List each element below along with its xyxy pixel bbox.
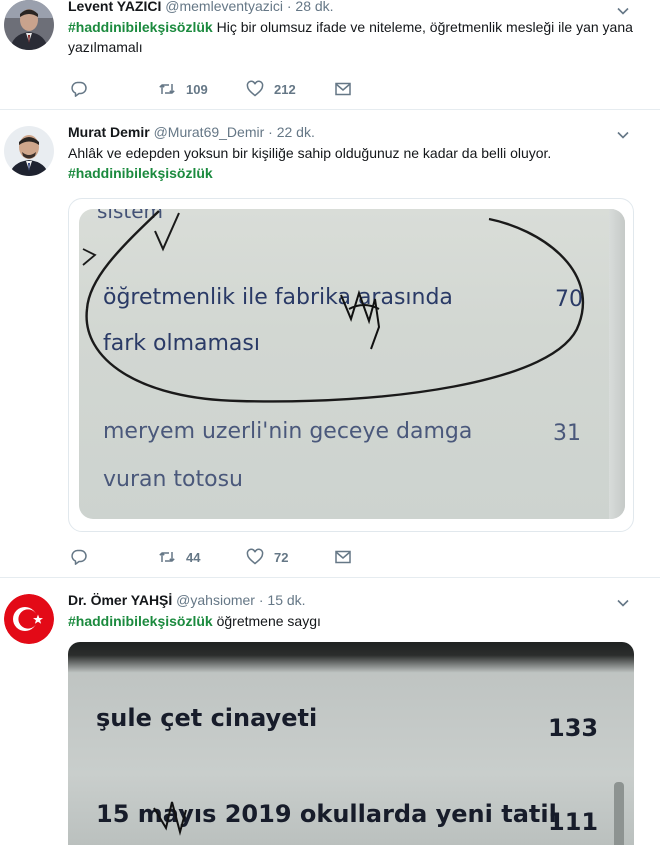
avatar[interactable] [4, 126, 54, 176]
user-avatar-image [4, 126, 54, 176]
timestamp[interactable]: 15 dk. [267, 592, 305, 608]
pen-scribble [153, 801, 187, 836]
reply-button[interactable] [70, 548, 158, 566]
chevron-down-icon[interactable] [616, 128, 630, 142]
tweet-header: Levent YAZICI @memleventyazici · 28 dk. [68, 0, 640, 16]
chevron-down-icon[interactable] [616, 596, 630, 610]
retweet-count: 44 [186, 549, 201, 565]
turkish-flag-avatar-icon [4, 594, 54, 644]
attached-photo[interactable]: sistem öğretmenlik ile fabrika arasında … [79, 209, 625, 519]
user-avatar-image [4, 0, 54, 50]
tweet-media-card[interactable]: sistem öğretmenlik ile fabrika arasında … [68, 198, 634, 532]
separator: · [268, 124, 273, 140]
author-handle[interactable]: @memleventyazici [165, 0, 283, 14]
like-button[interactable]: 212 [246, 80, 334, 98]
retweet-button[interactable]: 44 [158, 548, 246, 566]
envelope-icon [335, 550, 351, 564]
retweet-button[interactable]: 109 [158, 80, 246, 98]
hashtag-link[interactable]: #haddinibilekşisözlük [68, 19, 213, 35]
separator: · [258, 592, 264, 608]
tweet-body: öğretmene saygı [212, 613, 321, 629]
author-name[interactable]: Dr. Ömer YAHŞİ [68, 592, 172, 608]
tweet-content: Murat Demir @Murat69_Demir · 22 dk. Ahlâ… [68, 122, 640, 183]
heart-icon [246, 548, 264, 565]
reply-icon [71, 81, 87, 97]
tweet-body: Ahlâk ve edepden yoksun bir kişiliğe sah… [68, 145, 552, 161]
attached-photo[interactable]: şule çet cinayeti 133 15 mayıs 2019 okul… [68, 642, 634, 845]
tweet-content: Dr. Ömer YAHŞİ @yahsiomer · 15 dk. #hadd… [68, 590, 640, 631]
timestamp[interactable]: 22 dk. [277, 124, 315, 140]
tweet-actions: 109 212 [70, 79, 422, 99]
author-handle[interactable]: @yahsiomer [176, 592, 255, 608]
separator: · [286, 0, 292, 14]
direct-message-button[interactable] [334, 80, 422, 98]
pen-scribble-circle [82, 210, 585, 403]
reply-icon [71, 549, 87, 565]
heart-icon [246, 80, 264, 97]
hashtag-link[interactable]: #haddinibilekşisözlük [68, 165, 213, 181]
like-count: 72 [274, 549, 289, 565]
tweet-actions: 44 72 [70, 547, 422, 567]
photo-edge-shadow [609, 209, 625, 519]
author-name[interactable]: Murat Demir [68, 124, 150, 140]
tweet-header: Murat Demir @Murat69_Demir · 22 dk. [68, 122, 640, 142]
tweet-levent-yazici[interactable]: Levent YAZICI @memleventyazici · 28 dk. … [0, 0, 660, 110]
retweet-icon [159, 84, 175, 94]
envelope-icon [335, 82, 351, 96]
tweet-text: #haddinibilekşisözlük öğretmene saygı [68, 611, 640, 631]
reply-button[interactable] [70, 80, 158, 98]
direct-message-button[interactable] [334, 548, 422, 566]
hashtag-link[interactable]: #haddinibilekşisözlük [68, 613, 213, 629]
avatar[interactable] [4, 594, 54, 644]
retweet-icon [159, 552, 175, 562]
avatar[interactable] [4, 0, 54, 50]
author-name[interactable]: Levent YAZICI [68, 0, 161, 14]
tweet-omer-yahsi[interactable]: Dr. Ömer YAHŞİ @yahsiomer · 15 dk. #hadd… [0, 578, 660, 845]
chevron-down-icon[interactable] [616, 4, 630, 18]
like-button[interactable]: 72 [246, 548, 334, 566]
retweet-count: 109 [186, 81, 208, 97]
tweet-text: #haddinibilekşisözlük Hiç bir olumsuz if… [68, 17, 640, 57]
like-count: 212 [274, 81, 296, 97]
tweet-murat-demir[interactable]: Murat Demir @Murat69_Demir · 22 dk. Ahlâ… [0, 110, 660, 578]
tweet-text: Ahlâk ve edepden yoksun bir kişiliğe sah… [68, 143, 640, 183]
author-handle[interactable]: @Murat69_Demir [154, 124, 265, 140]
tweet-content: Levent YAZICI @memleventyazici · 28 dk. … [68, 0, 640, 57]
timestamp[interactable]: 28 dk. [295, 0, 333, 14]
tweet-header: Dr. Ömer YAHŞİ @yahsiomer · 15 dk. [68, 590, 640, 610]
photo-scrollbar-thumb [614, 782, 624, 845]
